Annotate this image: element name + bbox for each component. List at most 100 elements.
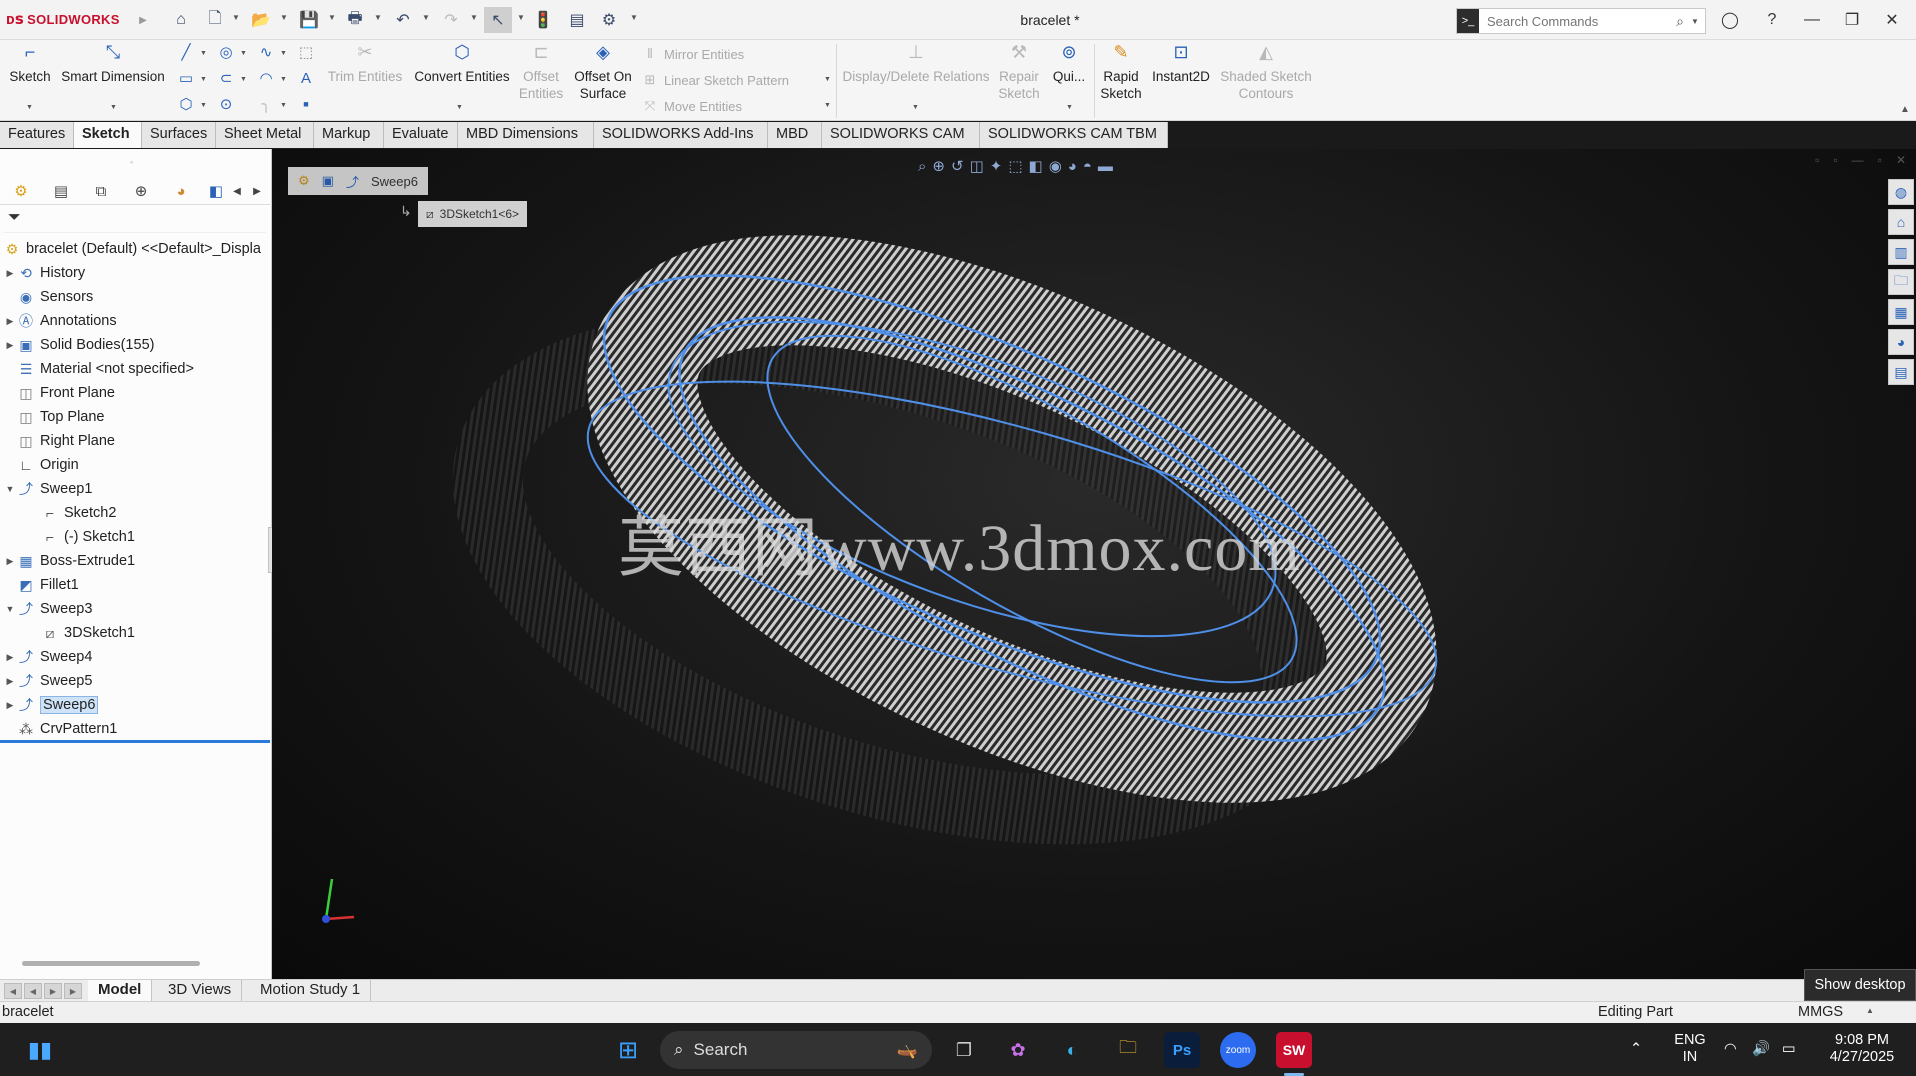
copilot-icon[interactable]: ✿ <box>1000 1032 1036 1068</box>
chevron-down-icon[interactable]: ▼ <box>232 13 240 22</box>
options-gear-icon[interactable]: ⚙ <box>598 9 620 31</box>
breadcrumb-sketch-item[interactable]: ⧄ 3DSketch1<6> <box>418 201 528 227</box>
design-library-icon[interactable]: ▥ <box>1888 239 1914 265</box>
next-tab-icon[interactable]: ▶ <box>44 983 62 999</box>
tree-item-top-plane[interactable]: ◫ Top Plane <box>4 407 104 427</box>
custom-properties-icon[interactable]: ▤ <box>1888 359 1914 385</box>
taskbar-search-box[interactable]: ⌕ Search 🛶 <box>660 1031 932 1069</box>
help-icon[interactable]: ? <box>1758 8 1786 32</box>
volume-icon[interactable]: 🔊 <box>1752 1041 1770 1058</box>
chevron-down-icon[interactable]: ▼ <box>200 102 207 109</box>
minimize-icon[interactable]: — <box>1798 8 1826 32</box>
filter-icon[interactable]: ⏷ <box>4 209 266 233</box>
tree-item-origin[interactable]: ∟ Origin <box>4 455 79 475</box>
repair-sketch-button[interactable]: ⚒ Repair Sketch <box>996 43 1042 102</box>
tab-sketch[interactable]: Sketch <box>74 122 142 148</box>
part-icon[interactable]: ⚙ <box>298 173 310 189</box>
previous-tab-icon[interactable]: ◀ <box>24 983 42 999</box>
tab-sheet-metal[interactable]: Sheet Metal <box>216 122 314 148</box>
sketch-button[interactable]: ⌐ Sketch <box>8 43 52 85</box>
tree-item-boss-extrude1[interactable]: ▶ ▦ Boss-Extrude1 <box>4 551 136 571</box>
clock[interactable]: 9:08 PM 4/27/2025 <box>1818 1032 1906 1066</box>
tab-motion-study-1[interactable]: Motion Study 1 <box>250 980 372 1002</box>
quick-snaps-button[interactable]: ⊚ Qui... <box>1050 43 1088 85</box>
redo-icon[interactable]: ↷ <box>440 9 462 31</box>
print-icon[interactable]: 🖶 <box>344 9 366 31</box>
solidworks-resources-icon[interactable]: ◍ <box>1888 179 1914 205</box>
undo-icon[interactable]: ↶ <box>392 9 414 31</box>
point-icon[interactable]: ■ <box>296 94 316 114</box>
expand-arrow-icon[interactable]: ▶ <box>4 316 16 327</box>
chevron-down-icon[interactable]: ▼ <box>280 13 288 22</box>
collapse-arrow-icon[interactable]: ▼ <box>4 484 16 494</box>
last-tab-icon[interactable]: ▶ <box>64 983 82 999</box>
text-icon[interactable]: A <box>296 68 316 88</box>
chevron-down-icon[interactable]: ▼ <box>1691 17 1705 26</box>
new-document-icon[interactable]: 🗋 <box>204 9 226 31</box>
tab-solidworks-cam-tbm[interactable]: SOLIDWORKS CAM TBM <box>980 122 1168 148</box>
save-icon[interactable]: 💾 <box>298 9 320 31</box>
dynamic-annotation-icon[interactable]: ✦ <box>990 157 1003 175</box>
display-manager-tab-icon[interactable]: ◕ <box>166 180 196 202</box>
apply-scene-icon[interactable]: ◓ <box>1083 158 1092 175</box>
view-palette-icon[interactable]: ▦ <box>1888 299 1914 325</box>
chevron-up-icon[interactable]: ▲ <box>1866 1006 1874 1015</box>
chevron-right-icon[interactable]: ▶ <box>248 180 266 202</box>
line-icon[interactable]: ╱ <box>176 42 196 62</box>
tab-features[interactable]: Features <box>0 122 74 148</box>
close-icon[interactable]: ✕ <box>1878 8 1906 32</box>
file-explorer-icon[interactable]: 🗀 <box>1110 1032 1146 1068</box>
tab-solidworks-cam[interactable]: SOLIDWORKS CAM <box>822 122 980 148</box>
tree-item-material[interactable]: ☰ Material <not specified> <box>4 359 194 379</box>
chevron-down-icon[interactable]: ▼ <box>422 13 430 22</box>
offset-entities-button[interactable]: ⊏ Offset Entities <box>516 43 566 102</box>
fillet-icon[interactable]: ╮ <box>256 94 276 114</box>
chevron-down-icon[interactable]: ▼ <box>280 102 287 109</box>
tree-item-right-plane[interactable]: ◫ Right Plane <box>4 431 115 451</box>
hide-show-items-icon[interactable]: ◉ <box>1049 157 1062 175</box>
tab-mbd-dimensions[interactable]: MBD Dimensions <box>458 122 594 148</box>
maximize-icon[interactable]: ▫ <box>1878 153 1882 167</box>
display-style-icon[interactable]: ◧ <box>1029 157 1043 175</box>
slot-icon[interactable]: ⊂ <box>216 68 236 88</box>
language-indicator[interactable]: ENG IN <box>1670 1032 1710 1066</box>
polygon-icon[interactable]: ⬡ <box>176 94 196 114</box>
appearances-icon[interactable]: ◕ <box>1888 329 1914 355</box>
tab-model[interactable]: Model <box>88 980 153 1002</box>
chevron-down-icon[interactable]: ▼ <box>456 104 463 111</box>
expand-arrow-icon[interactable]: ▶ <box>4 556 16 567</box>
tree-item-history[interactable]: ▶ ⟲ History <box>4 263 86 283</box>
tile-icon[interactable]: ▫ <box>1815 153 1819 167</box>
expand-arrow-icon[interactable]: ▶ <box>4 676 16 687</box>
file-explorer-icon[interactable]: 🗀 <box>1888 269 1914 295</box>
chevron-down-icon[interactable]: ▼ <box>110 104 117 111</box>
view-settings-icon[interactable]: ▬ <box>1098 158 1113 175</box>
tree-item-sensors[interactable]: ◉ Sensors <box>4 287 93 307</box>
chevron-down-icon[interactable]: ▼ <box>280 76 287 83</box>
sweep-icon[interactable]: ⤴ <box>346 172 359 191</box>
tree-item-sweep6[interactable]: ▶ ⤴ Sweep6 <box>4 695 99 715</box>
tree-item-3dsketch1[interactable]: ⧄ 3DSketch1 <box>28 623 135 643</box>
unit-system-selector[interactable]: MMGS <box>1798 1004 1843 1020</box>
cam-tab-icon[interactable]: ◧ <box>204 180 228 202</box>
spline-icon[interactable]: ∿ <box>256 42 276 62</box>
file-properties-icon[interactable]: ▤ <box>566 9 588 31</box>
open-folder-icon[interactable]: 📂 <box>250 9 272 31</box>
feature-manager-tab-icon[interactable]: ⚙ <box>6 180 36 202</box>
expand-arrow-icon[interactable]: ▶ <box>4 700 16 711</box>
windows-start-icon[interactable]: ⊞ <box>610 1032 646 1068</box>
photoshop-icon[interactable]: Ps <box>1164 1032 1200 1068</box>
rapid-sketch-button[interactable]: ✎ Rapid Sketch <box>1098 43 1144 102</box>
tree-item-sweep1[interactable]: ▼ ⤴ Sweep1 <box>4 479 93 499</box>
restore-icon[interactable]: ▫ <box>1833 153 1837 167</box>
expand-arrow-icon[interactable]: ▶ <box>4 268 16 279</box>
minimize-icon[interactable]: — <box>1852 153 1864 167</box>
tab-solidworks-add-ins[interactable]: SOLIDWORKS Add-Ins <box>594 122 768 148</box>
chevron-down-icon[interactable]: ▼ <box>240 50 247 57</box>
tree-item-sweep4[interactable]: ▶ ⤴ Sweep4 <box>4 647 93 667</box>
chevron-down-icon[interactable]: ▼ <box>200 76 207 83</box>
home-icon[interactable]: ⌂ <box>170 9 192 31</box>
chevron-up-icon[interactable]: ⌃ <box>1630 1041 1642 1058</box>
solidworks-logo[interactable]: ᴅꜱ SOLIDWORKS <box>6 10 120 28</box>
chevron-down-icon[interactable]: ▼ <box>517 13 525 22</box>
